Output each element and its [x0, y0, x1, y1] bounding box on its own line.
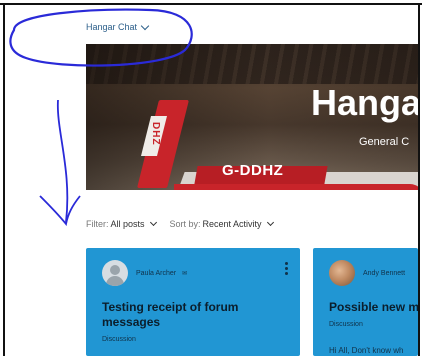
- forum-banner: DHZ G-DDHZ Hangar General C: [86, 44, 418, 190]
- post-author[interactable]: Paula Archer ✉: [136, 270, 187, 277]
- user-avatar-icon: [102, 260, 128, 286]
- author-name: Andy Bennett: [363, 270, 406, 277]
- screenshot-border-top: [0, 3, 422, 5]
- sort-label: Sort by:: [169, 219, 201, 229]
- post-card[interactable]: Paula Archer ✉ Testing receipt of forum …: [86, 248, 300, 356]
- more-vertical-icon[interactable]: [285, 262, 288, 275]
- tail-letters: DHZ: [150, 122, 161, 146]
- screenshot-border-right: [418, 3, 420, 356]
- filter-label: Filter:: [86, 219, 109, 229]
- post-preview: Hi All, Don't know wh: [329, 346, 404, 355]
- annotation-arrow-head: [39, 195, 81, 227]
- aircraft-fuselage: [174, 184, 418, 190]
- forum-name: Hangar Chat: [86, 22, 138, 32]
- chevron-down-icon[interactable]: [149, 218, 157, 227]
- aircraft-registration: G-DDHZ: [222, 162, 284, 179]
- user-avatar-icon: [329, 260, 355, 286]
- avatar-head: [110, 265, 120, 275]
- chevron-down-icon[interactable]: [266, 218, 274, 227]
- chevron-down-icon: [140, 21, 150, 30]
- annotation-arrow-line: [56, 99, 69, 223]
- author-name: Paula Archer: [136, 270, 177, 277]
- banner-title: Hangar: [311, 82, 418, 123]
- post-author[interactable]: Andy Bennett: [363, 270, 405, 277]
- post-card[interactable]: Andy Bennett Possible new me Discussion …: [313, 248, 418, 356]
- post-title[interactable]: Testing receipt of forum messages: [102, 300, 286, 330]
- post-title[interactable]: Possible new me: [329, 300, 418, 315]
- forum-selector-dropdown[interactable]: Hangar Chat: [86, 21, 150, 32]
- filter-value[interactable]: All posts: [111, 219, 145, 229]
- filter-bar: Filter: All posts Sort by: Recent Activi…: [86, 218, 287, 229]
- post-category: Discussion: [329, 321, 363, 328]
- sort-value[interactable]: Recent Activity: [203, 219, 262, 229]
- post-category: Discussion: [102, 336, 136, 343]
- message-badge-icon: ✉: [182, 271, 188, 277]
- screenshot-border-left: [3, 3, 5, 356]
- avatar-body: [106, 276, 124, 286]
- banner-subtitle: General C: [359, 136, 410, 148]
